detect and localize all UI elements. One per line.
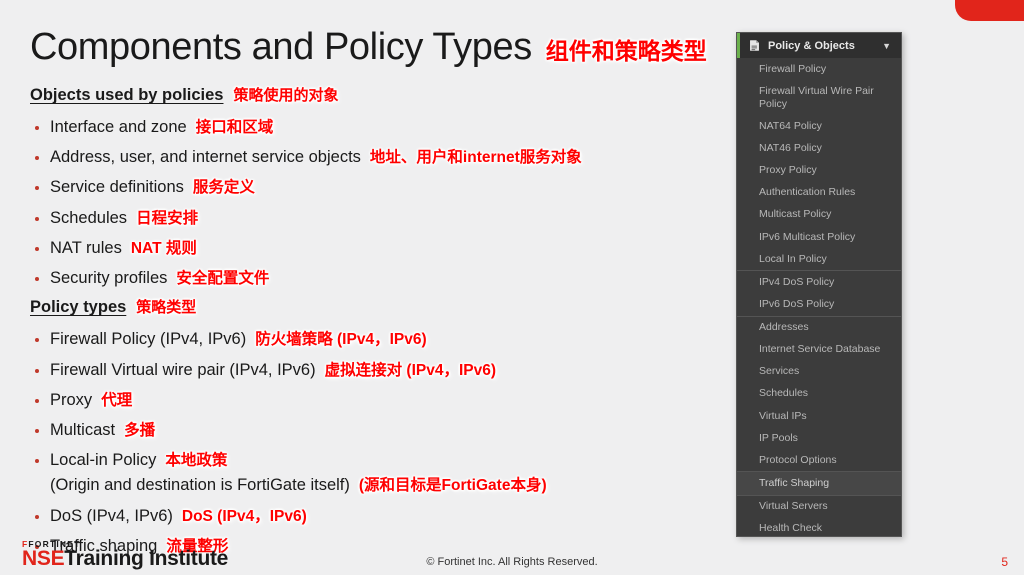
bullet-text-en: Firewall Policy (IPv4, IPv6) [50, 330, 247, 349]
list-item: Service definitions 服务定义 [30, 174, 720, 201]
bullet-text-cn: 防火墙策略 (IPv4，IPv6) [255, 331, 427, 349]
list-item: Schedules 日程安排 [30, 205, 720, 232]
bullet-subline: (Origin and destination is FortiGate its… [50, 472, 720, 499]
bullet-text-cn: 日程安排 [136, 209, 199, 227]
section-heading-objects-chinese: 策略使用的对象 [233, 87, 339, 104]
section-heading-policy-types-english: Policy types [30, 298, 127, 317]
bullet-text-en: Firewall Virtual wire pair (IPv4, IPv6) [50, 360, 316, 379]
list-item: Address, user, and internet service obje… [30, 144, 720, 171]
list-item: Firewall Policy (IPv4, IPv6) 防火墙策略 (IPv4… [30, 326, 720, 353]
list-item: Multicast 多播 [30, 417, 720, 444]
fortigate-navigation-panel: Policy & Objects ▼ Firewall Policy Firew… [736, 32, 902, 537]
bullet-text-cn: 地址、用户和internet服务对象 [369, 149, 582, 167]
corner-decoration [955, 0, 1024, 21]
bullet-list-objects: Interface and zone 接口和区域 Address, user, … [30, 114, 720, 292]
bullet-text-cn: 代理 [101, 391, 133, 409]
menu-item-virtual-servers[interactable]: Virtual Servers [737, 496, 901, 518]
menu-item-protocol-options[interactable]: Protocol Options [737, 449, 901, 473]
bullet-text-cn: 接口和区域 [195, 119, 274, 136]
bullet-subline-en: (Origin and destination is FortiGate its… [50, 476, 350, 495]
page-number: 5 [1001, 555, 1008, 569]
bullet-text-en: Security profiles [50, 269, 168, 288]
list-item: Interface and zone 接口和区域 [30, 114, 720, 141]
bullet-list-policy-types: Firewall Policy (IPv4, IPv6) 防火墙策略 (IPv4… [30, 326, 720, 560]
menu-item-nat64-policy[interactable]: NAT64 Policy [737, 115, 901, 137]
bullet-text-en: Local-in Policy [50, 451, 157, 470]
menu-item-schedules[interactable]: Schedules [737, 383, 901, 405]
section-heading-policy-types-chinese: 策略类型 [136, 299, 197, 317]
bullet-text-en: NAT rules [50, 238, 122, 257]
menu-item-nat46-policy[interactable]: NAT46 Policy [737, 138, 901, 160]
menu-item-ipv6-dos-policy[interactable]: IPv6 DoS Policy [737, 293, 901, 317]
list-item: DoS (IPv4, IPv6) DoS (IPv4，IPv6) [30, 503, 720, 530]
list-item: Local-in Policy 本地政策 (Origin and destina… [30, 447, 720, 499]
section-heading-objects: Objects used by policies 策略使用的对象 [30, 84, 720, 108]
fortinet-nse-logo: FFORTINET NSETraining Institute [22, 539, 228, 569]
menu-item-health-check[interactable]: Health Check [737, 518, 901, 536]
page-title-english: Components and Policy Types [30, 26, 532, 68]
menu-item-traffic-shaping[interactable]: Traffic Shaping [737, 472, 901, 496]
training-institute-text: Training Institute [64, 547, 229, 570]
menu-item-proxy-policy[interactable]: Proxy Policy [737, 160, 901, 182]
section-heading-objects-english: Objects used by policies [30, 86, 224, 104]
menu-item-firewall-policy[interactable]: Firewall Policy [737, 58, 901, 80]
bullet-text-cn: DoS (IPv4，IPv6) [181, 507, 307, 525]
menu-header-label: Policy & Objects [768, 39, 855, 52]
list-item: NAT rules NAT 规则 [30, 235, 720, 262]
menu-item-ipv4-dos-policy[interactable]: IPv4 DoS Policy [737, 271, 901, 293]
nse-training-institute-wordmark: NSETraining Institute [22, 548, 228, 569]
bullet-text-cn: 虚拟连接对 (IPv4，IPv6) [324, 361, 497, 379]
bullet-text-en: Proxy [50, 390, 93, 409]
bullet-text-en: Interface and zone [50, 118, 187, 136]
page-title-chinese: 组件和策略类型 [545, 38, 707, 64]
nse-wordmark-text: NSE [22, 547, 65, 570]
copyright-notice: © Fortinet Inc. All Rights Reserved. [426, 556, 598, 568]
menu-item-addresses[interactable]: Addresses [737, 317, 901, 339]
list-item: Firewall Virtual wire pair (IPv4, IPv6) … [30, 357, 720, 384]
bullet-text-cn: 安全配置文件 [176, 270, 270, 288]
bullet-text-cn: 多播 [124, 421, 156, 439]
bullet-text-en: Multicast [50, 420, 116, 439]
page-title: Components and Policy Types 组件和策略类型 [30, 28, 707, 66]
menu-item-internet-service-database[interactable]: Internet Service Database [737, 339, 901, 361]
menu-item-services[interactable]: Services [737, 361, 901, 383]
bullet-text-cn: 服务定义 [192, 179, 255, 197]
menu-item-local-in-policy[interactable]: Local In Policy [737, 248, 901, 272]
bullet-text-en: Schedules [50, 208, 128, 227]
bullet-text-en: Service definitions [50, 178, 184, 197]
bullet-text-en: DoS (IPv4, IPv6) [50, 506, 173, 525]
menu-item-virtual-ips[interactable]: Virtual IPs [737, 405, 901, 427]
menu-item-firewall-virtual-wire-pair-policy[interactable]: Firewall Virtual Wire Pair Policy [737, 80, 901, 115]
policy-document-icon [747, 39, 761, 53]
bullet-text-cn: NAT 规则 [130, 239, 197, 257]
menu-item-authentication-rules[interactable]: Authentication Rules [737, 182, 901, 204]
menu-item-multicast-policy[interactable]: Multicast Policy [737, 204, 901, 226]
menu-item-list: Firewall Policy Firewall Virtual Wire Pa… [737, 58, 901, 536]
menu-item-ip-pools[interactable]: IP Pools [737, 427, 901, 449]
section-heading-policy-types: Policy types 策略类型 [30, 296, 720, 320]
list-item: Security profiles 安全配置文件 [30, 265, 720, 292]
menu-item-ipv6-multicast-policy[interactable]: IPv6 Multicast Policy [737, 226, 901, 248]
slide-content: Objects used by policies 策略使用的对象 Interfa… [30, 80, 720, 563]
bullet-subline-cn: (源和目标是FortiGate本身) [358, 477, 547, 495]
menu-header-policy-and-objects[interactable]: Policy & Objects ▼ [737, 33, 901, 58]
list-item: Proxy 代理 [30, 387, 720, 414]
bullet-text-cn: 本地政策 [165, 452, 228, 470]
slide-canvas: Components and Policy Types 组件和策略类型 Obje… [0, 0, 1024, 575]
bullet-text-en: Address, user, and internet service obje… [50, 148, 361, 167]
chevron-down-icon[interactable]: ▼ [882, 41, 891, 51]
